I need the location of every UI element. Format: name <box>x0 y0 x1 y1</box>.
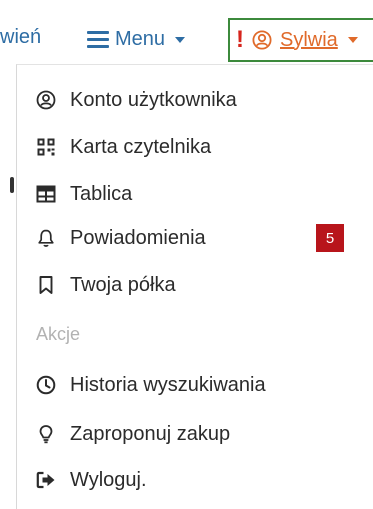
hamburger-icon <box>87 31 109 48</box>
bell-icon <box>36 228 56 248</box>
nav-link-partial[interactable]: wień <box>0 26 41 49</box>
top-navigation-bar: wień Menu ! Sylwia <box>0 0 373 62</box>
user-circle-icon <box>252 30 272 50</box>
menu-item-notifications[interactable]: Powiadomienia <box>36 221 206 255</box>
menu-item-label: Wyloguj. <box>70 468 147 491</box>
history-clock-icon <box>36 375 56 395</box>
notification-count-badge: 5 <box>316 224 344 252</box>
menu-label: Menu <box>115 27 166 50</box>
user-name-link[interactable]: Sylwia <box>280 29 338 52</box>
user-menu-button[interactable]: ! Sylwia <box>228 18 373 62</box>
menu-item-label: Twoja półka <box>70 273 176 296</box>
user-circle-icon <box>36 90 56 110</box>
qr-card-icon <box>36 137 56 157</box>
menu-item-label: Konto użytkownika <box>70 88 237 111</box>
menu-item-dashboard[interactable]: Tablica <box>36 177 132 211</box>
menu-item-my-shelf[interactable]: Twoja półka <box>36 268 176 302</box>
menu-item-search-history[interactable]: Historia wyszukiwania <box>36 368 266 402</box>
sign-out-icon <box>36 470 56 490</box>
menu-item-reader-card[interactable]: Karta czytelnika <box>36 130 211 164</box>
table-icon <box>36 184 56 204</box>
page-content-fragment <box>10 177 14 193</box>
section-heading-actions: Akcje <box>36 324 81 344</box>
menu-item-label: Zaproponuj zakup <box>70 422 231 445</box>
menu-item-label: Historia wyszukiwania <box>70 373 266 396</box>
caret-down-icon <box>175 37 186 43</box>
menu-item-logout[interactable]: Wyloguj. <box>36 463 147 497</box>
menu-item-label: Powiadomienia <box>70 226 206 249</box>
alert-icon: ! <box>236 26 244 53</box>
menu-item-account[interactable]: Konto użytkownika <box>36 83 237 117</box>
caret-down-icon <box>347 37 358 43</box>
page-background-left <box>0 64 16 506</box>
menu-item-suggest-purchase[interactable]: Zaproponuj zakup <box>36 417 230 451</box>
lightbulb-icon <box>36 424 56 444</box>
menu-item-label: Karta czytelnika <box>70 135 212 158</box>
bookmark-icon <box>36 275 56 295</box>
menu-toggle-button[interactable]: Menu <box>87 22 186 56</box>
menu-item-label: Tablica <box>70 182 133 205</box>
